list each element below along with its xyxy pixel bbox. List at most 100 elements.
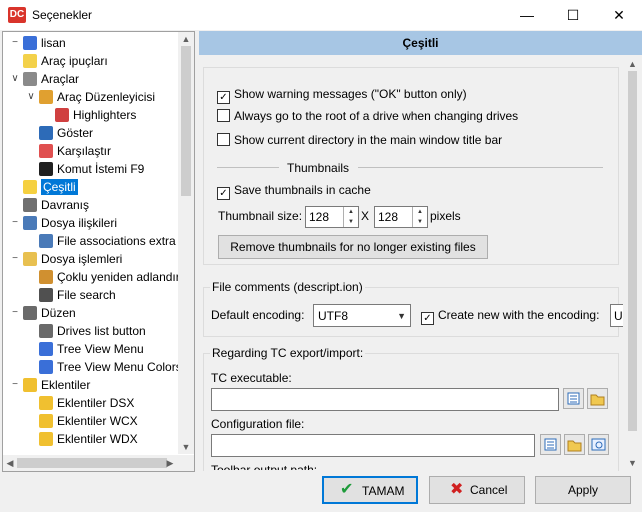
apply-button[interactable]: Apply <box>535 476 631 504</box>
scroll-up-icon[interactable]: ▲ <box>178 32 194 46</box>
thumbnails-title: Thumbnails <box>287 161 350 175</box>
scroll-down-icon[interactable]: ▼ <box>624 456 641 470</box>
tree-item[interactable]: − Düzen <box>12 304 76 322</box>
tree-item[interactable]: Karşılaştır <box>39 142 111 160</box>
tree-item-label: Eklentiler DSX <box>57 396 135 410</box>
checkbox-box[interactable] <box>217 133 230 146</box>
panel-vertical-scrollbar[interactable]: ▲ ▼ <box>624 57 641 470</box>
scrollbar-thumb[interactable] <box>181 46 191 196</box>
show-warning-checkbox[interactable]: ✓ Show warning messages ("OK" button only… <box>217 86 467 104</box>
thumbnail-height-spinner[interactable]: 128 ▲ ▼ <box>374 206 428 228</box>
scroll-up-icon[interactable]: ▲ <box>624 57 641 71</box>
tree-item[interactable]: Highlighters <box>55 106 136 124</box>
minimize-button[interactable]: — <box>504 0 550 30</box>
compare-icon <box>39 144 53 158</box>
expand-toggle-icon[interactable]: − <box>9 34 21 52</box>
tree-item[interactable]: Çeşitli <box>23 178 78 196</box>
tree-item-label: Araç ipuçları <box>41 54 108 68</box>
flag-icon <box>23 36 37 50</box>
tree-item-label: Komut İstemi F9 <box>57 162 145 176</box>
checkbox-box[interactable]: ✓ <box>421 312 434 325</box>
tree-vertical-scrollbar[interactable]: ▲ ▼ <box>178 32 194 454</box>
browse-folder-button[interactable] <box>587 388 608 409</box>
tree-horizontal-scrollbar[interactable]: ◀ ▶ <box>3 455 194 471</box>
close-button[interactable]: ✕ <box>596 0 642 30</box>
checkbox-box[interactable] <box>217 109 230 122</box>
scroll-down-icon[interactable]: ▼ <box>178 440 194 454</box>
tree-item[interactable]: Drives list button <box>39 322 146 340</box>
remove-thumbnails-button[interactable]: Remove thumbnails for no longer existing… <box>218 235 488 259</box>
scroll-left-icon[interactable]: ◀ <box>3 455 17 471</box>
tree-item[interactable]: − Eklentiler <box>12 376 90 394</box>
config-file-input[interactable] <box>211 434 535 457</box>
tree-item[interactable]: Eklentiler DSX <box>39 394 134 412</box>
ok-button[interactable]: ✔ TAMAM <box>322 476 418 504</box>
smiley-icon <box>23 180 37 194</box>
tc-executable-input[interactable] <box>211 388 559 411</box>
puzzle-icon <box>39 414 53 428</box>
spin-down-icon[interactable]: ▼ <box>344 217 358 227</box>
spin-down-icon[interactable]: ▼ <box>413 217 427 227</box>
expand-toggle-icon[interactable]: − <box>9 304 21 322</box>
tree-item[interactable]: Davranış <box>23 196 89 214</box>
browse-list-button[interactable] <box>563 388 584 409</box>
tree-item[interactable]: − lisan <box>12 34 66 52</box>
expand-toggle-icon[interactable]: − <box>9 376 21 394</box>
editor-icon <box>39 90 53 104</box>
file-assoc-icon <box>23 216 37 230</box>
options-tree[interactable]: − lisan Araç ipuçları ∨ Araçlar ∨ Araç Düzenle… <box>2 31 195 472</box>
checkbox-box[interactable]: ✓ <box>217 91 230 104</box>
tree-item[interactable]: − Dosya işlemleri <box>12 250 122 268</box>
tree-item[interactable]: Göster <box>39 124 93 142</box>
show-dir-title-checkbox[interactable]: Show current directory in the main windo… <box>217 132 502 148</box>
rename-icon <box>39 270 53 284</box>
tree-item[interactable]: File associations extra <box>39 232 176 250</box>
tree-item[interactable]: Çoklu yeniden adlandır <box>39 268 180 286</box>
tree-item-label: Eklentiler WCX <box>57 414 138 428</box>
file-assoc-extra-icon <box>39 234 53 248</box>
tree-item[interactable]: ∨ Araçlar <box>11 70 79 88</box>
tree-item[interactable]: − Dosya ilişkileri <box>12 214 117 232</box>
view-file-button[interactable] <box>588 434 609 455</box>
tree-item[interactable]: Komut İstemi F9 <box>39 160 144 178</box>
list-icon <box>567 392 580 405</box>
expand-toggle-icon[interactable]: ∨ <box>9 70 21 88</box>
tree-item-label: Eklentiler WDX <box>57 432 138 446</box>
scrollbar-thumb[interactable] <box>628 71 637 431</box>
export-title: Regarding TC export/import: <box>210 345 366 361</box>
spin-up-icon[interactable]: ▲ <box>344 207 358 217</box>
go-root-checkbox[interactable]: Always go to the root of a drive when ch… <box>217 108 518 124</box>
encoding-select[interactable]: UTF8 ▼ <box>313 304 411 327</box>
create-new-encoding-select[interactable]: U <box>610 304 623 327</box>
thumbnail-width-spinner[interactable]: 128 ▲ ▼ <box>305 206 359 228</box>
tree-item-label: File associations extra <box>57 234 176 248</box>
cancel-button[interactable]: ✖ Cancel <box>429 476 525 504</box>
spin-up-icon[interactable]: ▲ <box>413 207 427 217</box>
expand-toggle-icon[interactable]: ∨ <box>25 88 37 106</box>
tree-item[interactable]: Tree View Menu Colors <box>39 358 182 376</box>
expand-toggle-icon[interactable]: − <box>9 250 21 268</box>
layout-icon <box>23 306 37 320</box>
save-thumbnails-checkbox[interactable]: ✓ Save thumbnails in cache <box>217 182 371 200</box>
folder-icon <box>23 252 37 266</box>
scroll-right-icon[interactable]: ▶ <box>163 455 177 471</box>
tree-item[interactable]: File search <box>39 286 116 304</box>
create-new-encoding-checkbox[interactable]: ✓ Create new with the encoding: <box>421 307 599 325</box>
tree-item[interactable]: Eklentiler WDX <box>39 430 138 448</box>
puzzle-icon <box>39 432 53 446</box>
tree-item[interactable]: Tree View Menu <box>39 340 144 358</box>
separator <box>217 167 279 168</box>
file-comments-title: File comments (descript.ion) <box>210 279 365 295</box>
browse-folder-button[interactable] <box>564 434 585 455</box>
tree-item[interactable]: Eklentiler WCX <box>39 412 138 430</box>
tree-item[interactable]: ∨ Araç Düzenleyicisi <box>27 88 155 106</box>
tools-icon <box>23 72 37 86</box>
tree-item-label: Davranış <box>41 198 90 212</box>
tree-item[interactable]: Araç ipuçları <box>23 52 108 70</box>
checkbox-box[interactable]: ✓ <box>217 187 230 200</box>
x-icon: ✖ <box>450 481 464 498</box>
maximize-button[interactable]: ☐ <box>550 0 596 30</box>
scrollbar-thumb[interactable] <box>17 458 167 468</box>
browse-list-button[interactable] <box>540 434 561 455</box>
expand-toggle-icon[interactable]: − <box>9 214 21 232</box>
